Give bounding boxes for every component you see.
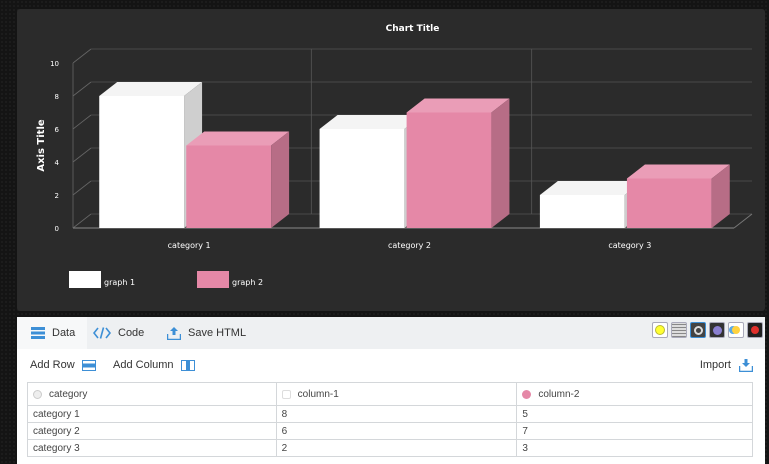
bar-side bbox=[491, 98, 510, 228]
table-cell[interactable]: 3 bbox=[516, 439, 753, 457]
theme-swatch-purple[interactable] bbox=[709, 322, 725, 338]
tab-code-label: Code bbox=[118, 327, 145, 339]
bar-top bbox=[99, 82, 203, 96]
y-tick-label: 10 bbox=[50, 60, 59, 68]
chart-svg: Chart Title Axis Title 0 2 4 6 8 10 category 1 ca… bbox=[36, 24, 753, 288]
tab-save-html[interactable]: Save HTML bbox=[167, 317, 267, 349]
add-row-button[interactable]: Add Row bbox=[30, 349, 96, 381]
legend-label: graph 1 bbox=[104, 278, 135, 287]
grid-line-depth bbox=[72, 81, 92, 97]
x-tick-label: category 1 bbox=[168, 241, 211, 250]
tab-save-html-label: Save HTML bbox=[188, 327, 247, 339]
series-2-color-dot bbox=[522, 389, 532, 399]
editor-tabs: Data Code Save HTML bbox=[17, 317, 765, 349]
table-row: category 3 2 3 bbox=[27, 439, 753, 457]
grid-line-depth bbox=[72, 114, 92, 130]
floor-edge bbox=[733, 213, 753, 229]
bar bbox=[406, 98, 510, 228]
add-row-label: Add Row bbox=[30, 359, 75, 371]
x-tick-label: category 3 bbox=[608, 241, 651, 250]
add-column-button[interactable]: Add Column bbox=[113, 349, 195, 381]
add-column-label: Add Column bbox=[113, 359, 174, 371]
y-tick-label: 6 bbox=[55, 126, 60, 134]
editor-panel: Data Code Save HTML Add Row Add Column I… bbox=[17, 317, 765, 464]
upload-icon bbox=[167, 326, 181, 340]
legend-swatch bbox=[69, 271, 101, 288]
tab-data-label: Data bbox=[52, 327, 76, 339]
table-cell[interactable]: category 1 bbox=[27, 405, 277, 423]
x-tick-label: category 2 bbox=[388, 241, 431, 250]
import-label: Import bbox=[699, 359, 731, 371]
data-table: category column-1 column-2 category 1 8 … bbox=[27, 382, 753, 457]
bar bbox=[186, 131, 290, 228]
code-icon bbox=[93, 327, 111, 339]
grid-line-depth bbox=[72, 147, 92, 163]
table-cell[interactable]: category 2 bbox=[27, 422, 277, 440]
tab-data[interactable]: Data bbox=[17, 317, 87, 349]
chart-title: Chart Title bbox=[386, 24, 440, 34]
bar-front bbox=[539, 195, 625, 228]
bar-front bbox=[406, 112, 492, 228]
bar-front bbox=[319, 129, 405, 228]
bar-side bbox=[271, 131, 290, 228]
bar bbox=[626, 164, 730, 228]
table-cell[interactable]: 7 bbox=[516, 422, 753, 440]
table-row: category 1 8 5 bbox=[27, 405, 753, 423]
tab-code[interactable]: Code bbox=[87, 317, 162, 349]
bar-top bbox=[626, 164, 730, 179]
y-tick-label: 4 bbox=[55, 159, 60, 167]
data-tab-content: Add Row Add Column Import category colum… bbox=[17, 349, 765, 464]
grid-line-depth bbox=[72, 48, 92, 64]
table-cell[interactable]: 2 bbox=[275, 439, 518, 457]
theme-swatch-red[interactable] bbox=[747, 322, 763, 338]
table-row: category 2 6 7 bbox=[27, 422, 753, 440]
table-cell[interactable]: 8 bbox=[275, 405, 518, 423]
theme-swatch-dark-ring[interactable] bbox=[690, 322, 706, 338]
theme-swatch-blue-yellow[interactable] bbox=[728, 322, 744, 338]
add-row-icon bbox=[81, 359, 96, 371]
y-axis-title: Axis Title bbox=[36, 119, 47, 172]
y-tick-label: 2 bbox=[55, 192, 59, 200]
bar-top bbox=[186, 131, 290, 146]
table-cell[interactable]: category 3 bbox=[27, 439, 277, 457]
theme-swatch-striped[interactable] bbox=[671, 322, 687, 338]
table-cell[interactable]: 6 bbox=[275, 422, 518, 440]
category-color-dot bbox=[33, 389, 42, 399]
bar-front bbox=[99, 96, 185, 228]
legend-swatch bbox=[197, 271, 229, 288]
legend-label: graph 2 bbox=[232, 278, 263, 287]
table-header-cell[interactable]: column-1 bbox=[275, 382, 518, 406]
theme-swatches bbox=[652, 322, 763, 338]
table-header-cell[interactable]: category bbox=[27, 382, 277, 406]
bar-top bbox=[406, 98, 510, 113]
y-tick-label: 0 bbox=[55, 225, 59, 233]
table-cell[interactable]: 5 bbox=[516, 405, 753, 423]
grid-line-depth bbox=[72, 213, 92, 229]
theme-swatch-yellow[interactable] bbox=[652, 322, 668, 338]
add-column-icon bbox=[180, 359, 195, 371]
chart-panel: Chart Title Axis Title 0 2 4 6 8 10 category 1 ca… bbox=[17, 9, 765, 311]
import-button[interactable]: Import bbox=[700, 349, 753, 381]
bar-front bbox=[186, 145, 272, 228]
grid-line-depth bbox=[72, 180, 92, 196]
table-header-cell[interactable]: column-2 bbox=[516, 382, 753, 406]
table-icon bbox=[31, 327, 45, 339]
series-1-color-dot bbox=[281, 389, 291, 399]
table-header-row: category column-1 column-2 bbox=[27, 382, 753, 406]
bar-front bbox=[626, 178, 712, 228]
data-toolbar: Add Row Add Column Import bbox=[17, 349, 765, 381]
download-icon bbox=[739, 358, 753, 372]
y-tick-label: 8 bbox=[55, 93, 59, 101]
